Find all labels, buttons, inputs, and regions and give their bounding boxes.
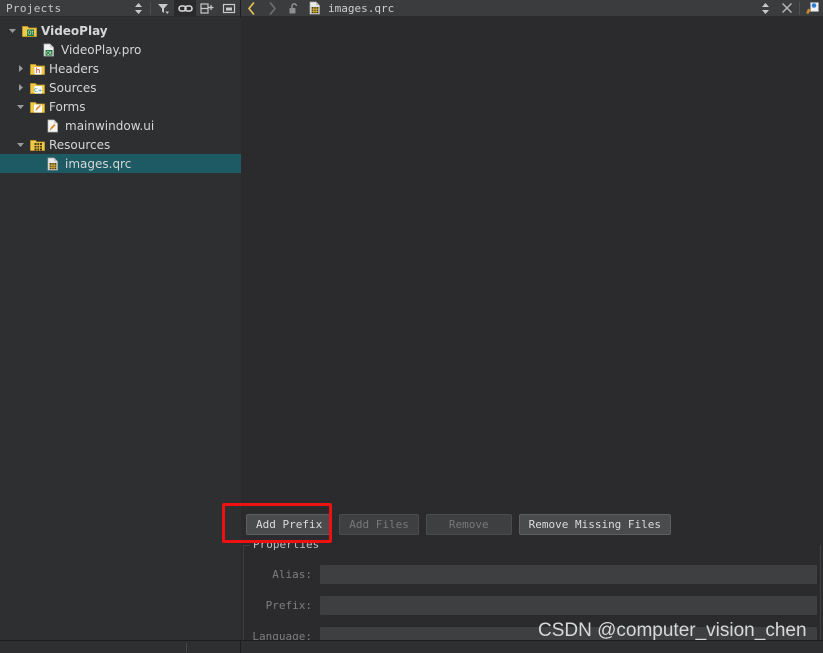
- file-qt-icon: Qt: [40, 40, 58, 59]
- tree-item-sources[interactable]: C+ Sources: [0, 78, 241, 97]
- twisty-down-icon[interactable]: [12, 135, 28, 154]
- add-files-button[interactable]: Add Files: [339, 513, 419, 535]
- file-qrc-icon: [44, 154, 62, 173]
- tree-item-label: Sources: [49, 80, 97, 95]
- tree-item-label: Resources: [49, 137, 111, 152]
- toolbar-divider: [799, 1, 800, 15]
- file-form-icon: [44, 116, 62, 135]
- sync-selector-icon[interactable]: [127, 0, 149, 17]
- folder-sources-icon: C+: [28, 78, 46, 97]
- prefix-label: Prefix:: [265, 599, 312, 612]
- link-with-editor-icon[interactable]: [174, 0, 196, 17]
- navigate-back-button[interactable]: [241, 0, 262, 17]
- qt-creator-window: Projects Qt VideoPlay Qt VideoPlay.pro h…: [0, 0, 823, 653]
- qrc-button-row: Add Prefix Add Files Remove Remove Missi…: [241, 508, 823, 540]
- close-icon[interactable]: [776, 0, 797, 17]
- tree-item-label: VideoPlay.pro: [61, 42, 142, 57]
- project-tree[interactable]: Qt VideoPlay Qt VideoPlay.pro h Headers …: [0, 18, 241, 640]
- prefix-row: Prefix:: [247, 596, 817, 615]
- svg-text:Qt: Qt: [27, 30, 33, 36]
- add-split-icon[interactable]: [196, 0, 218, 17]
- tree-item-label: VideoPlay: [41, 23, 108, 38]
- remove-button[interactable]: Remove: [425, 513, 512, 535]
- status-bar-left-section: [0, 641, 241, 653]
- qrc-file-icon: [304, 0, 325, 17]
- alias-field[interactable]: [320, 565, 817, 584]
- alias-label: Alias:: [272, 568, 312, 581]
- panel-title: Projects: [6, 1, 62, 15]
- twisty-down-icon[interactable]: [12, 97, 28, 116]
- twisty-down-icon[interactable]: [4, 21, 20, 40]
- projects-panel-header: Projects: [0, 0, 240, 17]
- tree-item-label: mainwindow.ui: [65, 118, 155, 133]
- remove-missing-files-button[interactable]: Remove Missing Files: [518, 513, 672, 535]
- tree-item-videoplay-pro[interactable]: Qt VideoPlay.pro: [0, 40, 241, 59]
- projects-panel: Projects Qt VideoPlay Qt VideoPlay.pro h…: [0, 0, 241, 640]
- open-document-name[interactable]: images.qrc: [328, 2, 394, 15]
- prefix-field[interactable]: [320, 596, 817, 615]
- tree-item-label: Forms: [49, 99, 86, 114]
- tree-item-forms[interactable]: Forms: [0, 97, 241, 116]
- twisty-right-icon[interactable]: [12, 59, 28, 78]
- watermark-text: CSDN @computer_vision_chen: [538, 620, 807, 641]
- editor-toolbar: images.qrc: [241, 0, 823, 17]
- collapse-panel-icon[interactable]: [218, 0, 240, 17]
- svg-text:Qt: Qt: [46, 50, 52, 56]
- updown-arrows-icon[interactable]: [755, 0, 776, 17]
- tree-item-label: Headers: [49, 61, 99, 76]
- twisty-none: [24, 40, 40, 59]
- tree-item-label: images.qrc: [65, 156, 132, 171]
- add-prefix-button[interactable]: Add Prefix: [246, 513, 333, 535]
- folder-qt-icon: Qt: [20, 21, 38, 40]
- alias-row: Alias:: [247, 565, 817, 584]
- tree-item-videoplay[interactable]: Qt VideoPlay: [0, 21, 241, 40]
- folder-forms-icon: [28, 97, 46, 116]
- tree-item-images-qrc[interactable]: images.qrc: [0, 154, 241, 173]
- folder-resources-icon: [28, 135, 46, 154]
- twisty-right-icon[interactable]: [12, 78, 28, 97]
- qrc-resource-tree[interactable]: [241, 18, 823, 503]
- folder-headers-icon: h: [28, 59, 46, 78]
- panel-toolbar: [127, 0, 240, 17]
- split-editor-icon[interactable]: [802, 0, 823, 17]
- qrc-editor-body: Add Prefix Add Files Remove Remove Missi…: [241, 18, 823, 653]
- filter-icon[interactable]: [152, 0, 174, 17]
- properties-title: Properties: [251, 538, 322, 551]
- tree-item-resources[interactable]: Resources: [0, 135, 241, 154]
- unlocked-padlock-icon[interactable]: [283, 0, 304, 17]
- svg-text:C+: C+: [34, 88, 42, 94]
- tree-item-mainwindow-ui[interactable]: mainwindow.ui: [0, 116, 241, 135]
- toolbar-divider: [150, 1, 151, 15]
- status-bar-divider: [186, 643, 187, 652]
- tree-item-headers[interactable]: h Headers: [0, 59, 241, 78]
- navigate-forward-button[interactable]: [262, 0, 283, 17]
- svg-text:h: h: [35, 67, 39, 75]
